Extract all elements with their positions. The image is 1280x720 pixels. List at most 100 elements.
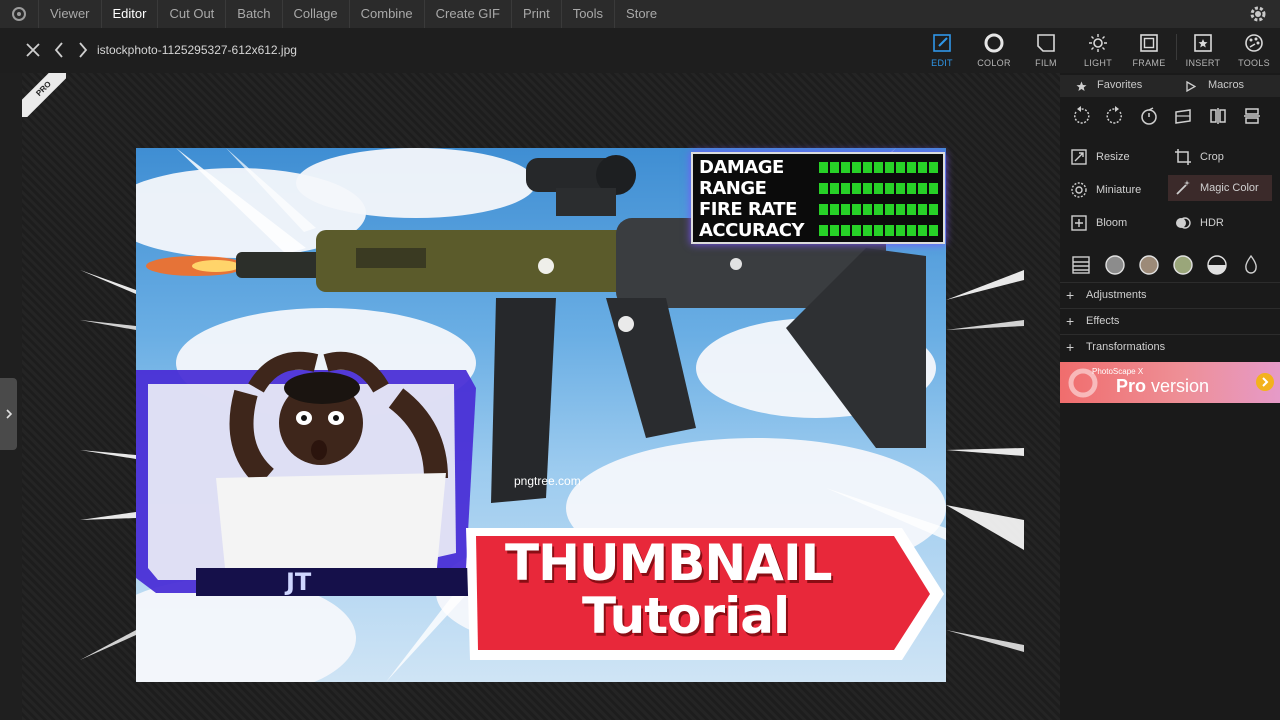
tool-edit[interactable]: EDIT xyxy=(916,32,968,72)
crop-icon xyxy=(1175,149,1191,165)
menu-editor[interactable]: Editor xyxy=(100,0,158,28)
expand-sidebar-button[interactable] xyxy=(0,378,17,450)
crop-label: Crop xyxy=(1200,151,1224,163)
tool-light[interactable]: LIGHT xyxy=(1072,32,1124,72)
bloom-button[interactable]: Bloom xyxy=(1070,210,1170,236)
insert-icon xyxy=(1194,34,1212,52)
tool-insert-label: INSERT xyxy=(1185,58,1221,68)
tool-tools[interactable]: TOOLS xyxy=(1228,32,1280,72)
panel-tabs: Favorites Macros xyxy=(1060,75,1280,97)
pro-version-promo[interactable]: PhotoScape X Pro version xyxy=(1060,362,1280,403)
section-adjustments[interactable]: + Adjustments xyxy=(1060,282,1280,307)
menu-print[interactable]: Print xyxy=(510,0,561,28)
hdr-button[interactable]: HDR xyxy=(1174,210,1274,236)
banner-subtitle: Tutorial xyxy=(582,587,790,645)
filter-half-icon[interactable] xyxy=(1206,254,1228,276)
resize-button[interactable]: Resize xyxy=(1070,144,1170,170)
film-icon xyxy=(1037,34,1055,52)
rotate-custom-icon[interactable] xyxy=(1139,106,1159,126)
tool-film[interactable]: FILM xyxy=(1020,32,1072,72)
filter-neutral-icon[interactable] xyxy=(1104,254,1126,276)
section-transformations-label: Transformations xyxy=(1086,341,1166,353)
banner-title: THUMBNAIL xyxy=(505,534,832,592)
light-icon xyxy=(1089,34,1107,52)
menu-batch[interactable]: Batch xyxy=(225,0,281,28)
tool-frame-label: FRAME xyxy=(1132,58,1166,68)
miniature-button[interactable]: Miniature xyxy=(1070,177,1170,203)
hdr-icon xyxy=(1176,217,1191,229)
rotate-left-icon[interactable] xyxy=(1071,106,1091,126)
stat-bars xyxy=(819,162,938,173)
rotate-right-icon[interactable] xyxy=(1105,106,1125,126)
list-icon[interactable] xyxy=(1070,254,1092,276)
hdr-label: HDR xyxy=(1200,217,1224,229)
play-icon xyxy=(1186,81,1196,92)
stat-row-accuracy: ACCURACY xyxy=(699,221,939,241)
stat-bars xyxy=(819,183,938,194)
app-logo-icon[interactable] xyxy=(0,0,38,28)
miniature-icon xyxy=(1071,182,1087,198)
pro-badge: PRO xyxy=(22,73,66,117)
transform-icon-row xyxy=(1060,100,1280,132)
menu-collage[interactable]: Collage xyxy=(281,0,349,28)
previous-icon[interactable] xyxy=(50,40,70,60)
weapon-stats-box: DAMAGE RANGE FIRE RATE ACCURACY xyxy=(691,152,945,244)
color-icon xyxy=(984,33,1004,53)
bloom-icon xyxy=(1071,215,1087,231)
menu-create-gif[interactable]: Create GIF xyxy=(423,0,511,28)
miniature-label: Miniature xyxy=(1096,184,1142,196)
section-transformations[interactable]: + Transformations xyxy=(1060,334,1280,359)
resize-label: Resize xyxy=(1096,151,1130,163)
filter-icon-row xyxy=(1060,250,1280,278)
magic-color-button[interactable]: Magic Color xyxy=(1168,175,1272,201)
tool-color[interactable]: COLOR xyxy=(968,32,1020,72)
tool-film-label: FILM xyxy=(1035,58,1057,68)
tools-icon xyxy=(1245,34,1263,52)
menu-cut-out[interactable]: Cut Out xyxy=(157,0,225,28)
flash-streaks-left xyxy=(80,270,136,660)
close-icon[interactable] xyxy=(23,40,43,60)
chevron-right-icon xyxy=(5,409,12,419)
section-effects-label: Effects xyxy=(1086,315,1120,327)
file-name: istockphoto-1125295327-612x612.jpg xyxy=(97,43,297,57)
stat-bars xyxy=(819,204,938,215)
section-adjustments-label: Adjustments xyxy=(1086,289,1147,301)
menu-viewer[interactable]: Viewer xyxy=(38,0,101,28)
bloom-label: Bloom xyxy=(1096,217,1128,229)
section-effects[interactable]: + Effects xyxy=(1060,308,1280,333)
pro-badge-label: PRO xyxy=(22,73,66,117)
straighten-icon[interactable] xyxy=(1173,106,1193,126)
stat-row-damage: DAMAGE xyxy=(699,158,939,178)
menu-combine[interactable]: Combine xyxy=(348,0,424,28)
frame-icon xyxy=(1140,34,1158,52)
promo-app-name: PhotoScape X xyxy=(1092,367,1144,376)
tab-macros[interactable]: Macros xyxy=(1208,79,1244,91)
tool-frame[interactable]: FRAME xyxy=(1123,32,1175,72)
promo-title: Pro version xyxy=(1116,376,1209,397)
next-icon[interactable] xyxy=(72,40,92,60)
menu-tools[interactable]: Tools xyxy=(560,0,614,28)
settings-gear-icon[interactable] xyxy=(1248,4,1268,24)
droplet-icon[interactable] xyxy=(1240,254,1262,276)
edit-icon xyxy=(933,34,951,52)
flip-horizontal-icon[interactable] xyxy=(1208,106,1228,126)
stat-label: RANGE xyxy=(699,178,767,199)
tool-tools-label: TOOLS xyxy=(1238,58,1270,68)
crop-button[interactable]: Crop xyxy=(1174,144,1274,170)
menu-store[interactable]: Store xyxy=(614,0,668,28)
promo-pro: Pro xyxy=(1116,376,1147,396)
editor-toolbar: istockphoto-1125295327-612x612.jpg EDIT … xyxy=(0,28,1280,73)
magic-color-label: Magic Color xyxy=(1200,182,1259,194)
filter-green-icon[interactable] xyxy=(1172,254,1194,276)
tool-light-label: LIGHT xyxy=(1083,58,1112,68)
tab-favorites[interactable]: Favorites xyxy=(1097,79,1142,91)
tool-insert[interactable]: INSERT xyxy=(1177,32,1229,72)
stat-bars xyxy=(819,225,938,236)
flip-vertical-icon[interactable] xyxy=(1242,106,1262,126)
flash-streaks-right xyxy=(946,270,1024,652)
stat-label: ACCURACY xyxy=(699,220,805,241)
promo-version: version xyxy=(1146,376,1210,396)
magic-wand-icon xyxy=(1176,180,1190,195)
star-icon xyxy=(1076,81,1087,91)
filter-warm-icon[interactable] xyxy=(1138,254,1160,276)
